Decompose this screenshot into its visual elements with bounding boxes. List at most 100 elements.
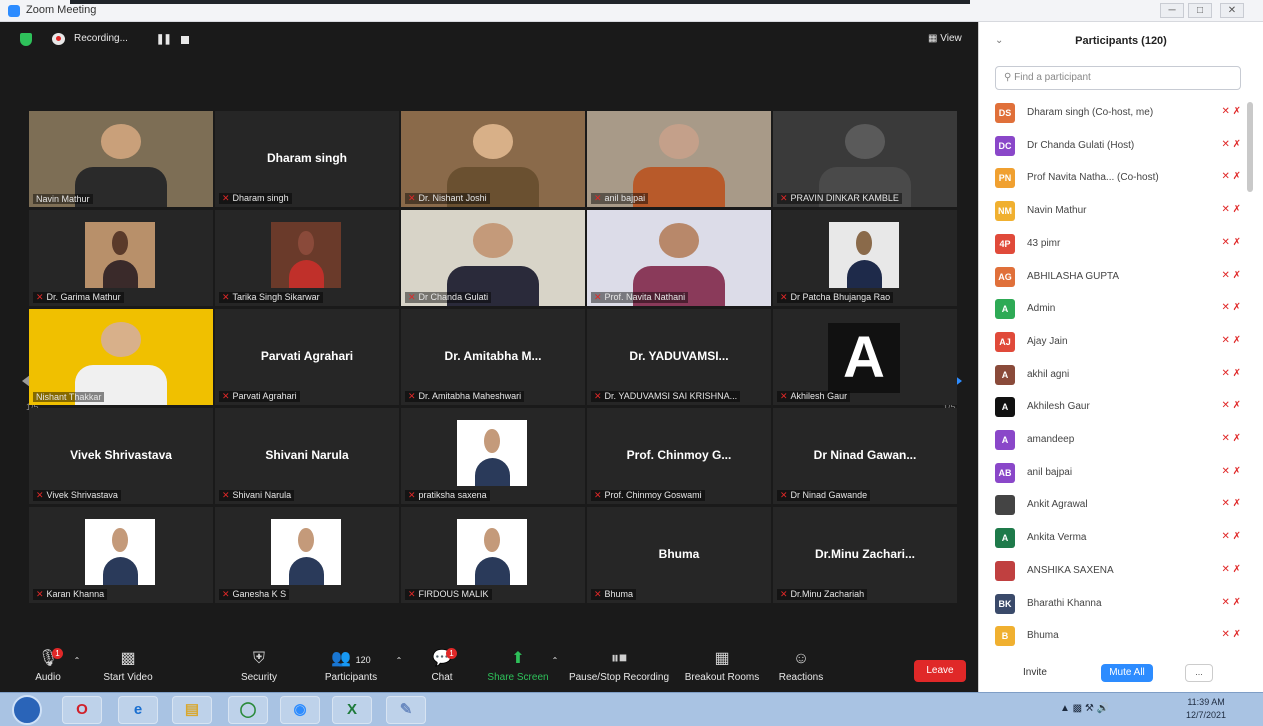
video-tile[interactable]: ✕ Dr. Garima Mathur	[29, 210, 213, 306]
more-options-button[interactable]: ...	[1185, 664, 1213, 682]
video-tile[interactable]: ✕ Prof. Navita Nathani	[587, 210, 771, 306]
muted-mic-icon: ✕	[780, 292, 788, 302]
video-off-icon: ✗	[1232, 204, 1241, 216]
video-tile[interactable]: Parvati Agrahari ✕ Parvati Agrahari	[215, 309, 399, 405]
tile-caption-name: Ganesha K S	[232, 589, 287, 599]
muted-mic-icon: ✕	[222, 193, 230, 203]
view-button[interactable]: ▦ View	[928, 33, 962, 44]
tile-caption-name: Dr.Minu Zachariah	[790, 589, 865, 599]
participant-row[interactable]: PN Prof Navita Natha... (Co-host) ✕ ✗	[993, 163, 1245, 193]
muted-mic-icon: ✕	[1221, 367, 1230, 379]
video-tile[interactable]: ✕ Tarika Singh Sikarwar	[215, 210, 399, 306]
video-tile[interactable]: ✕ Dr Patcha Bhujanga Rao	[773, 210, 957, 306]
participant-row[interactable]: 4P 43 pimr ✕ ✗	[993, 229, 1245, 259]
participant-row[interactable]: ANSHIKA SAXENA ✕ ✗	[993, 556, 1245, 586]
minimize-button[interactable]: ─	[1160, 3, 1184, 18]
participant-row[interactable]: A Akhilesh Gaur ✕ ✗	[993, 392, 1245, 422]
tile-caption-name: Dr. Amitabha Maheshwari	[418, 391, 522, 401]
video-tile[interactable]: Dr. YADUVAMSI... ✕ Dr. YADUVAMSI SAI KRISH…	[587, 309, 771, 405]
pause-stop-recording-button[interactable]: ⏸⏹ Pause/Stop Recording	[566, 650, 672, 683]
video-tile[interactable]: Nishant Thakkar	[29, 309, 213, 405]
muted-mic-icon: ✕	[1221, 465, 1230, 477]
chrome-taskbar-icon[interactable]: ◯	[228, 696, 268, 724]
participant-row[interactable]: A Admin ✕ ✗	[993, 294, 1245, 324]
video-tile[interactable]: Navin Mathur	[29, 111, 213, 207]
video-tile[interactable]: ✕ FIRDOUS MALIK	[401, 507, 585, 603]
invite-button[interactable]: Invite	[1017, 664, 1053, 681]
meeting-topbar: Recording... ❚❚ ▦ View	[0, 22, 978, 56]
mute-all-button[interactable]: Mute All	[1101, 664, 1153, 682]
system-tray-icons[interactable]: ▲ ▩ ⚒ 🔊	[1060, 703, 1109, 714]
tile-display-name: Dharam singh	[266, 151, 347, 165]
video-tile[interactable]: Prof. Chinmoy G... ✕ Prof. Chinmoy Goswami	[587, 408, 771, 504]
restore-button[interactable]: □	[1188, 3, 1212, 18]
video-tile[interactable]: Dr.Minu Zachari... ✕ Dr.Minu Zachariah	[773, 507, 957, 603]
zoom-taskbar-icon[interactable]: ◉	[280, 696, 320, 724]
participant-row[interactable]: BK Bharathi Khanna ✕ ✗	[993, 589, 1245, 619]
participant-row[interactable]: NM Navin Mathur ✕ ✗	[993, 196, 1245, 226]
participants-button[interactable]: 👥 120 Participants	[320, 650, 382, 683]
paint-taskbar-icon[interactable]: ✎	[386, 696, 426, 724]
file-explorer-taskbar-icon[interactable]: ▤	[172, 696, 212, 724]
pause-recording-icon[interactable]: ❚❚	[156, 34, 172, 45]
close-button[interactable]: ✕	[1220, 3, 1244, 18]
participant-name: Navin Mathur	[1027, 205, 1087, 217]
participant-row[interactable]: B Bhuma ✕ ✗	[993, 621, 1245, 651]
share-options-chevron-icon[interactable]: ⌃	[548, 656, 562, 665]
participants-options-chevron-icon[interactable]: ⌃	[392, 656, 406, 665]
participant-row[interactable]: DS Dharam singh (Co-host, me) ✕ ✗	[993, 98, 1245, 128]
video-tile[interactable]: Dharam singh ✕ Dharam singh	[215, 111, 399, 207]
participant-head-shape	[472, 223, 514, 258]
start-video-button[interactable]: ▩ Start Video	[98, 650, 158, 683]
chat-badge: 1	[446, 648, 457, 659]
video-tile[interactable]: Dr Ninad Gawan... ✕ Dr Ninad Gawande	[773, 408, 957, 504]
participant-row[interactable]: A Ankita Verma ✕ ✗	[993, 523, 1245, 553]
share-screen-button[interactable]: ⬆ Share Screen	[486, 650, 550, 683]
participant-row[interactable]: Aakhil agni ✕ ✗	[993, 360, 1245, 390]
participant-video-image	[29, 111, 213, 207]
video-tile[interactable]: A ✕ Akhilesh Gaur	[773, 309, 957, 405]
tile-caption: ✕ Dharam singh	[219, 193, 292, 204]
stop-recording-icon[interactable]	[181, 36, 189, 44]
video-tile[interactable]: Vivek Shrivastava ✕ Vivek Shrivastava	[29, 408, 213, 504]
edge-taskbar-icon[interactable]: e	[118, 696, 158, 724]
tile-caption-name: Bhuma	[604, 589, 634, 599]
video-tile[interactable]: ✕ Dr. Nishant Joshi	[401, 111, 585, 207]
video-tile[interactable]: Dr. Amitabha M... ✕ Dr. Amitabha Maheshwar…	[401, 309, 585, 405]
participant-row[interactable]: DC Dr Chanda Gulati (Host) ✕ ✗	[993, 131, 1245, 161]
letter-avatar: A	[828, 323, 900, 393]
video-tile[interactable]: ✕ Ganesha K S	[215, 507, 399, 603]
participant-list-scrollbar[interactable]	[1247, 102, 1253, 192]
taskbar-clock[interactable]: 11:39 AM 12/7/2021	[1186, 696, 1226, 722]
video-tile[interactable]: Shivani Narula ✕ Shivani Narula	[215, 408, 399, 504]
participant-name: Ajay Jain	[1027, 335, 1068, 347]
participant-avatar	[995, 495, 1015, 516]
participant-row[interactable]: Ankit Agrawal ✕ ✗	[993, 490, 1245, 520]
video-tile[interactable]: ✕ PRAVIN DINKAR KAMBLE	[773, 111, 957, 207]
shield-icon: ⛨	[252, 650, 265, 667]
video-tile[interactable]: Bhuma ✕ Bhuma	[587, 507, 771, 603]
participant-row[interactable]: AJ Ajay Jain ✕ ✗	[993, 327, 1245, 357]
leave-button[interactable]: Leave	[914, 660, 966, 682]
video-off-icon: ✗	[1232, 465, 1241, 477]
breakout-rooms-button[interactable]: ▦ Breakout Rooms	[682, 650, 762, 683]
security-button[interactable]: ⛨ Security	[234, 650, 284, 683]
opera-taskbar-icon[interactable]: O	[62, 696, 102, 724]
tile-caption-name: anil bajpai	[604, 193, 646, 203]
audio-options-chevron-icon[interactable]: ⌃	[70, 656, 84, 665]
excel-taskbar-icon[interactable]: X	[332, 696, 372, 724]
start-button[interactable]	[12, 695, 42, 725]
tile-caption: ✕ Dr Patcha Bhujanga Rao	[777, 292, 894, 303]
video-tile[interactable]: ✕ Karan Khanna	[29, 507, 213, 603]
participant-row[interactable]: AG ABHILASHA GUPTA ✕ ✗	[993, 262, 1245, 292]
participant-row[interactable]: AB anil bajpai ✕ ✗	[993, 458, 1245, 488]
video-tile[interactable]: ✕ pratiksha saxena	[401, 408, 585, 504]
video-tile[interactable]: ✕ Dr Chanda Gulati	[401, 210, 585, 306]
video-tile[interactable]: ✕ anil bajpai	[587, 111, 771, 207]
find-participant-input[interactable]: ⚲ Find a participant	[995, 66, 1241, 90]
reactions-button[interactable]: ☺ Reactions	[774, 650, 828, 683]
tile-display-name: Prof. Chinmoy G...	[626, 448, 732, 462]
participant-row[interactable]: Aamandeep ✕ ✗	[993, 425, 1245, 455]
encryption-shield-icon[interactable]	[20, 33, 32, 46]
participant-status-icons: ✕ ✗	[1221, 498, 1241, 509]
